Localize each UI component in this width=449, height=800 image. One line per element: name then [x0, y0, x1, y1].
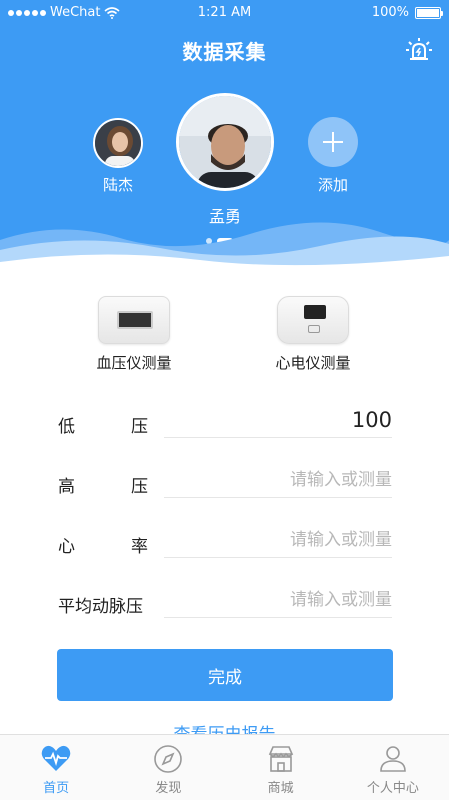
tab-bar: 首页 发现 商城 个人中心	[0, 734, 449, 800]
done-button[interactable]: 完成	[57, 649, 393, 701]
bp-meter-icon	[98, 296, 170, 344]
low-pressure-label: 低压	[58, 417, 148, 437]
form-row-map: 平均动脉压	[0, 582, 449, 632]
plus-icon	[323, 132, 343, 152]
form-row-high: 高压	[0, 462, 449, 512]
tab-discover[interactable]: 发现	[112, 735, 224, 800]
mean-arterial-input[interactable]	[164, 582, 392, 618]
view-report-link[interactable]: 查看历史报告	[0, 720, 449, 734]
tab-profile[interactable]: 个人中心	[337, 735, 449, 800]
page-title: 数据采集	[182, 40, 267, 64]
avatar-mengyong[interactable]	[176, 93, 274, 191]
tab-mall[interactable]: 商城	[225, 735, 337, 800]
heart-rate-input[interactable]	[164, 522, 392, 558]
tab-profile-label: 个人中心	[366, 781, 419, 796]
alarm-icon[interactable]	[405, 36, 433, 64]
mean-arterial-label: 平均动脉压	[58, 597, 143, 617]
add-profile-label: 添加	[317, 176, 348, 194]
device-bp-label: 血压仪测量	[96, 354, 172, 372]
battery-icon	[415, 6, 443, 19]
avatar-name-lujie: 陆杰	[102, 176, 133, 194]
header-banner: WeChat 1:21 AM 100% 数据采集 陆杰 孟勇 添加	[0, 0, 449, 280]
device-ecg-meter[interactable]: 心电仪测量	[253, 296, 373, 373]
form-row-rate: 心率	[0, 522, 449, 572]
device-bp-meter[interactable]: 血压仪测量	[74, 296, 194, 373]
compass-icon	[154, 745, 183, 773]
tab-mall-label: 商城	[267, 781, 294, 796]
status-bar: WeChat 1:21 AM 100%	[0, 0, 449, 26]
low-pressure-input[interactable]	[164, 402, 392, 438]
wave-decoration	[0, 222, 449, 280]
add-profile-button[interactable]	[308, 117, 358, 167]
avatar-lujie[interactable]	[93, 118, 143, 168]
form-row-low: 低压	[0, 402, 449, 452]
user-icon	[380, 746, 406, 772]
store-icon	[268, 746, 293, 772]
tab-home[interactable]: 首页	[0, 735, 112, 800]
heart-rate-label: 心率	[58, 537, 148, 557]
high-pressure-label: 高压	[58, 477, 148, 497]
battery-percent: 100%	[371, 5, 409, 20]
tab-discover-label: 发现	[155, 781, 182, 796]
tab-home-label: 首页	[43, 781, 70, 796]
ecg-meter-icon	[277, 296, 349, 344]
high-pressure-input[interactable]	[164, 462, 392, 498]
heartbeat-icon	[41, 745, 71, 771]
device-ecg-label: 心电仪测量	[275, 354, 351, 372]
